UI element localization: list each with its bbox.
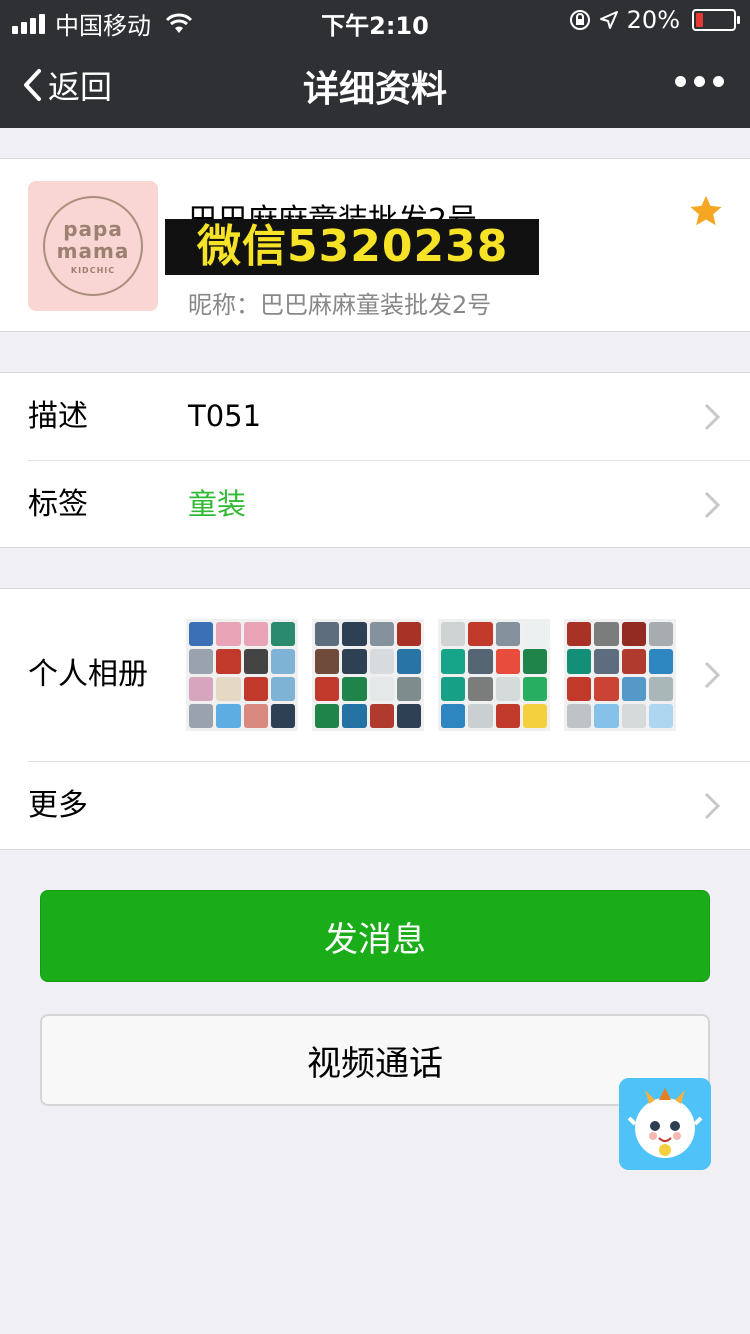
more-dots-icon[interactable] bbox=[675, 76, 724, 87]
location-arrow-icon bbox=[599, 11, 618, 29]
tag-row[interactable]: 标签 童装 bbox=[0, 461, 750, 548]
album-thumbnail[interactable] bbox=[312, 619, 424, 731]
send-message-button[interactable]: 发消息 bbox=[40, 890, 710, 982]
chevron-right-icon bbox=[704, 403, 720, 431]
tag-label: 标签 bbox=[28, 487, 88, 522]
description-value: T051 bbox=[188, 399, 262, 433]
avatar-logo: papa mama KIDCHIC bbox=[43, 196, 143, 296]
album-row[interactable]: 个人相册 bbox=[0, 589, 750, 761]
nav-bar: 返回 详细资料 bbox=[0, 40, 750, 128]
star-icon[interactable] bbox=[688, 193, 724, 229]
album-thumbnail[interactable] bbox=[186, 619, 298, 731]
tag-value: 童装 bbox=[188, 487, 247, 521]
description-label: 描述 bbox=[28, 399, 88, 434]
send-message-label: 发消息 bbox=[324, 919, 426, 960]
more-label: 更多 bbox=[28, 788, 88, 823]
description-row[interactable]: 描述 T051 bbox=[0, 373, 750, 460]
battery-percent: 20% bbox=[626, 6, 680, 34]
chevron-right-icon bbox=[704, 491, 720, 519]
video-call-label: 视频通话 bbox=[307, 1043, 443, 1084]
details-section: 描述 T051 标签 童装 bbox=[0, 372, 750, 548]
floating-mascot-icon[interactable] bbox=[619, 1078, 711, 1170]
avatar[interactable]: papa mama KIDCHIC bbox=[28, 181, 158, 311]
profile-card: papa mama KIDCHIC 巴巴麻麻童装批发2号 微信5320238 昵… bbox=[0, 158, 750, 332]
album-thumbnail[interactable] bbox=[564, 619, 676, 731]
album-thumbnail[interactable] bbox=[438, 619, 550, 731]
more-row[interactable]: 更多 bbox=[0, 762, 750, 849]
album-label: 个人相册 bbox=[28, 657, 148, 692]
nickname: 昵称：巴巴麻麻童装批发2号 bbox=[188, 291, 492, 319]
chevron-right-icon bbox=[704, 661, 720, 689]
wechat-id-overlay: 微信5320238 bbox=[165, 219, 539, 275]
video-call-button[interactable]: 视频通话 bbox=[40, 1014, 710, 1106]
battery-fill bbox=[696, 13, 703, 27]
mascot-icon bbox=[619, 1078, 711, 1170]
rotation-lock-icon bbox=[569, 10, 590, 30]
battery-icon bbox=[692, 9, 740, 31]
top-bar: 中国移动 下午2:10 20% 返回 详细资料 bbox=[0, 0, 750, 128]
album-thumbnails bbox=[186, 619, 676, 731]
chevron-right-icon bbox=[704, 792, 720, 820]
page-title: 详细资料 bbox=[302, 69, 447, 110]
status-bar: 中国移动 下午2:10 20% bbox=[0, 0, 750, 40]
album-section: 个人相册 更多 bbox=[0, 588, 750, 850]
status-right: 20% bbox=[569, 6, 740, 34]
